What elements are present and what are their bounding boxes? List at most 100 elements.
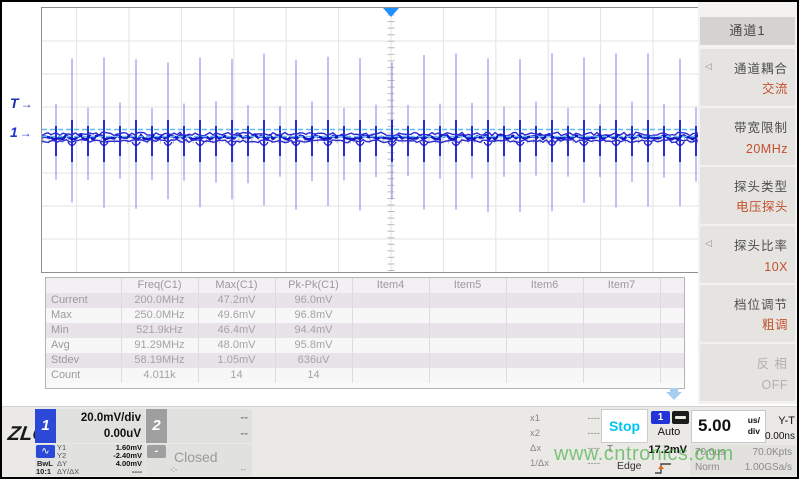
menu-item-2[interactable]: 带宽限制 20MHz	[700, 108, 795, 165]
table-cell: 95.8mV	[275, 338, 352, 353]
menu-item-value: 20MHz	[746, 142, 788, 156]
table-cell	[352, 323, 429, 338]
table-cell	[583, 338, 660, 353]
table-cell	[429, 338, 506, 353]
channel1-cursor-box: ∿ BwL 10:1 Y11.60mVY2-2.40mVΔY4.00mVΔY/Δ…	[35, 444, 145, 476]
channel2-offset: --	[170, 426, 248, 442]
column-header: Pk-Pk(C1)	[275, 278, 352, 293]
table-cell	[352, 338, 429, 353]
channel1-status-box[interactable]: 1 20.0mV/div 0.00uV	[35, 409, 145, 443]
table-row: Min521.9kHz46.4mV94.4mV	[46, 323, 685, 338]
oscilloscope-screen: T→ 1→ Freq(C1)Max(C1)Pk-Pk(C1)Item4Item5…	[0, 0, 799, 479]
trigger-level-marker[interactable]: T→	[10, 96, 33, 111]
table-row: Count4.011k1414	[46, 368, 685, 383]
table-cell	[583, 308, 660, 323]
column-header: Item5	[429, 278, 506, 293]
submenu-arrow-icon: ◁	[705, 61, 712, 72]
row-label-header	[46, 278, 121, 293]
x-cursor-row: x2----	[530, 426, 600, 441]
table-cell	[506, 338, 583, 353]
menu-item-value: 粗调	[762, 314, 788, 333]
table-cell	[660, 338, 685, 353]
table-cell: 250.0MHz	[121, 308, 198, 323]
waveform-plot[interactable]	[41, 7, 701, 273]
channel2-status-box[interactable]: 2 -- --	[146, 409, 252, 443]
channel1-scale: 20.0mV/div	[59, 410, 141, 426]
menu-item-5[interactable]: 档位调节粗调	[700, 285, 795, 342]
math-status-box: - Closed -:- --	[146, 444, 252, 476]
trigger-arrow-icon: →	[21, 97, 33, 111]
table-cell	[660, 368, 685, 383]
sample-rate: 1.00GSa/s	[745, 460, 792, 475]
table-cell	[352, 368, 429, 383]
sidebar-title: 通道1	[700, 17, 795, 45]
math-channel-state: Closed	[174, 449, 218, 465]
menu-item-value: 交流	[762, 78, 788, 97]
scroll-down-icon[interactable]	[664, 388, 684, 400]
table-cell	[583, 293, 660, 308]
math-channel-icon: -	[147, 445, 166, 458]
trigger-source-badge: 1	[651, 411, 670, 424]
table-cell	[429, 368, 506, 383]
y-cursor-row-value: ----	[132, 468, 142, 476]
row-label: Max	[46, 308, 121, 323]
table-cell: 1.05mV	[198, 353, 275, 368]
table-cell: 14	[275, 368, 352, 383]
x-cursor-row-value: ----	[587, 411, 600, 426]
probe-ratio-flag: 10:1	[36, 467, 51, 476]
table-cell: 521.9kHz	[121, 323, 198, 338]
channel2-scale: --	[170, 410, 248, 426]
trigger-sweep-mode: Auto	[648, 426, 690, 438]
column-header: Freq(C1)	[121, 278, 198, 293]
channel1-marker-label: 1	[10, 124, 18, 140]
horizontal-delay: 0.00ns	[730, 431, 797, 442]
table-cell	[429, 293, 506, 308]
menu-item-6[interactable]: 反 相OFF	[700, 344, 795, 401]
math-foot-left: -:-	[170, 465, 178, 474]
table-cell: 49.6mV	[198, 308, 275, 323]
math-foot-right: --	[241, 465, 246, 474]
table-cell: 47.2mV	[198, 293, 275, 308]
table-cell	[352, 293, 429, 308]
table-cell: 636uV	[275, 353, 352, 368]
row-label: Current	[46, 293, 121, 308]
table-cell: 4.011k	[121, 368, 198, 383]
display-mode: Y-T	[764, 415, 797, 427]
table-row: Current200.0MHz47.2mV96.0mV	[46, 293, 685, 308]
menu-item-1[interactable]: ◁通道耦合交流	[700, 49, 795, 106]
trigger-level-label: T	[10, 95, 19, 111]
column-header: Item6	[506, 278, 583, 293]
table-cell: 14	[198, 368, 275, 383]
table-cell	[660, 323, 685, 338]
menu-item-label: 探头类型	[734, 176, 788, 195]
table-cell	[660, 353, 685, 368]
table-cell	[352, 308, 429, 323]
x-cursor-row: x1----	[530, 411, 600, 426]
menu-item-label: 带宽限制	[734, 117, 788, 136]
ac-coupling-icon: ∿	[36, 445, 55, 458]
menu-item-value: 10X	[764, 260, 788, 274]
table-cell: 94.4mV	[275, 323, 352, 338]
row-label: Stdev	[46, 353, 121, 368]
channel-menu-sidebar: 通道1 ◁通道耦合交流带宽限制 20MHz 探头类型电压探头◁探头比率10X档位调节…	[698, 0, 797, 404]
channel1-position-marker[interactable]: 1→	[10, 125, 32, 140]
timebase-scale: 5.00	[698, 416, 731, 436]
table-cell: 200.0MHz	[121, 293, 198, 308]
menu-item-3[interactable]: 探头类型电压探头	[700, 167, 795, 224]
run-state-indicator[interactable]: Stop	[601, 409, 648, 443]
x-cursor-row-label: Δx	[530, 441, 541, 456]
table-cell: 58.19MHz	[121, 353, 198, 368]
table-row: Max250.0MHz49.6mV96.8mV	[46, 308, 685, 323]
column-header: Item8	[660, 278, 685, 293]
table-header-row: Freq(C1)Max(C1)Pk-Pk(C1)Item4Item5Item6I…	[46, 278, 685, 293]
x-cursor-row-label: x2	[530, 426, 540, 441]
menu-item-4[interactable]: ◁探头比率10X	[700, 226, 795, 283]
table-cell	[429, 323, 506, 338]
trigger-position-marker-icon[interactable]	[383, 8, 399, 17]
table-cell: 96.0mV	[275, 293, 352, 308]
table-cell	[660, 308, 685, 323]
channel2-badge: 2	[146, 409, 167, 443]
menu-item-label: 反 相	[757, 353, 788, 372]
row-label: Count	[46, 368, 121, 383]
column-header: Max(C1)	[198, 278, 275, 293]
